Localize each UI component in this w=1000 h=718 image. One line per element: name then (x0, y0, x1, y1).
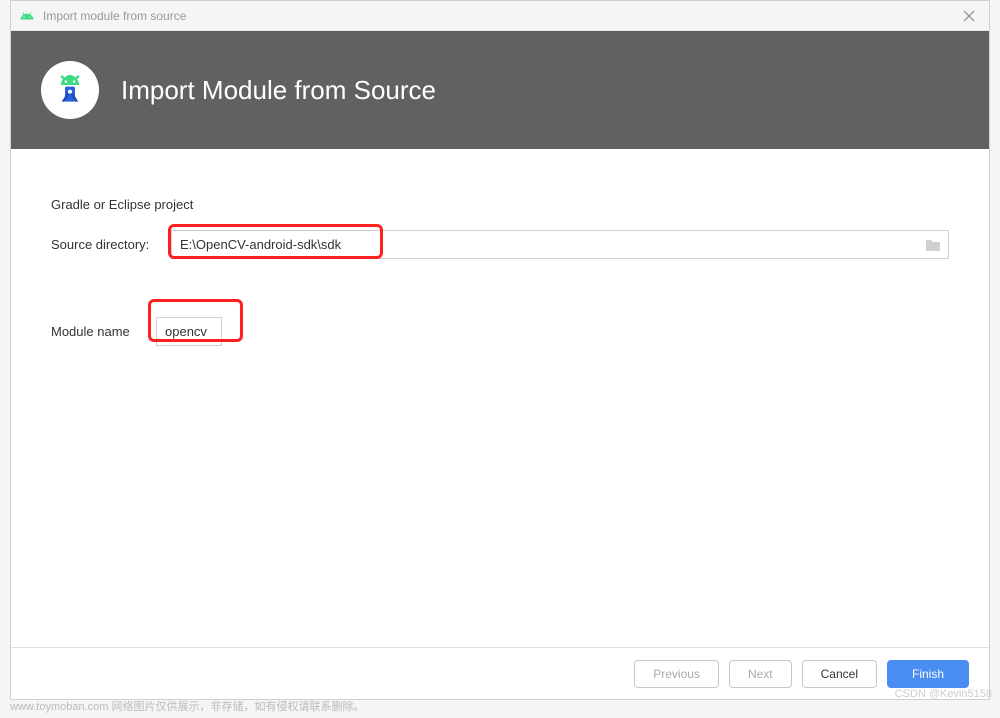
previous-button[interactable]: Previous (634, 660, 719, 688)
module-name-input[interactable] (156, 317, 222, 346)
titlebar: Import module from source (11, 1, 989, 31)
folder-icon (925, 238, 941, 252)
android-studio-icon (19, 8, 35, 24)
source-directory-input[interactable] (171, 230, 917, 259)
watermark-right: CSDN @Kevin5158 (895, 688, 992, 700)
dialog-footer: Previous Next Cancel Finish (11, 647, 989, 699)
finish-button[interactable]: Finish (887, 660, 969, 688)
dialog-content: Gradle or Eclipse project Source directo… (11, 149, 989, 647)
android-studio-logo-icon (41, 61, 99, 119)
module-name-label: Module name (51, 324, 156, 339)
dialog-title: Import Module from Source (121, 75, 436, 106)
source-directory-label: Source directory: (51, 237, 171, 252)
titlebar-text: Import module from source (43, 9, 957, 23)
import-module-dialog: Import module from source Import Module … (10, 0, 990, 700)
cancel-button[interactable]: Cancel (802, 660, 877, 688)
module-name-row: Module name (51, 317, 949, 346)
browse-folder-button[interactable] (917, 230, 949, 259)
close-icon[interactable] (957, 4, 981, 28)
source-directory-row: Source directory: (51, 230, 949, 259)
source-input-wrap (171, 230, 949, 259)
watermark-left: www.toymoban.com 网络图片仅供展示，非存储，如有侵权请联系删除。 (10, 698, 364, 714)
next-button[interactable]: Next (729, 660, 792, 688)
dialog-header: Import Module from Source (11, 31, 989, 149)
section-label: Gradle or Eclipse project (51, 197, 949, 212)
